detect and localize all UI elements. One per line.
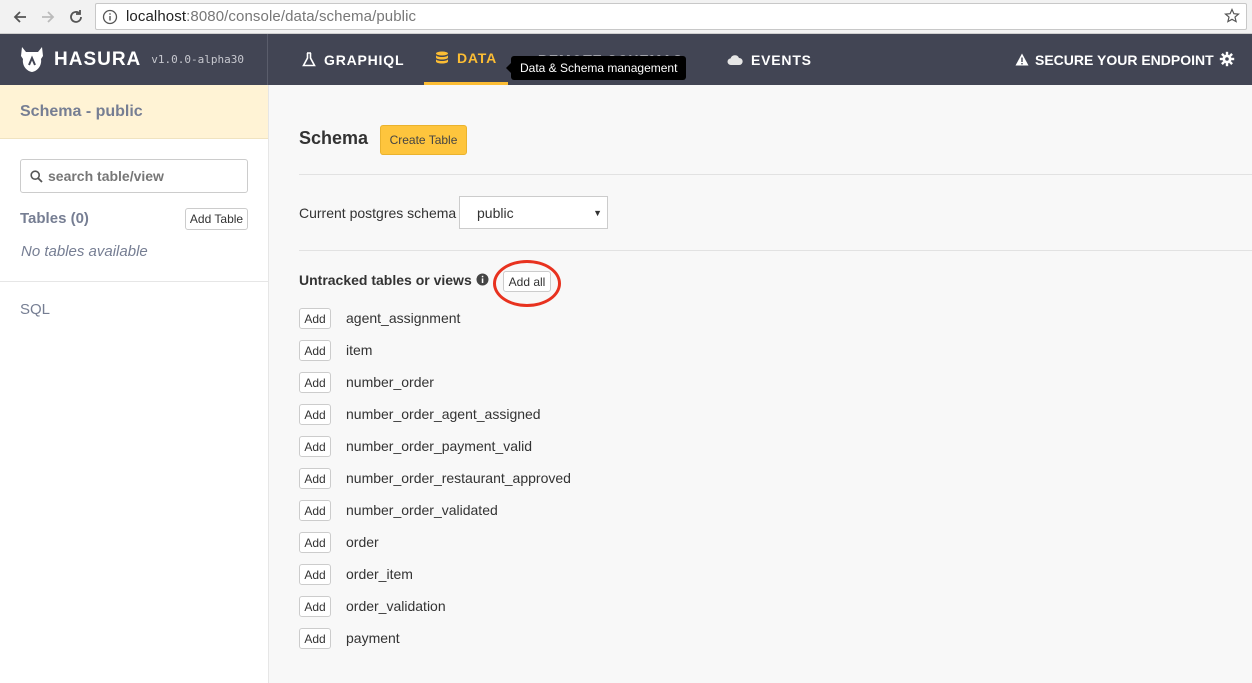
sidebar-schema-header[interactable]: Schema - public — [0, 85, 268, 139]
untracked-table-name: number_order — [346, 374, 434, 390]
reload-icon[interactable] — [64, 5, 88, 29]
url-path: :8080/console/data/schema/public — [186, 8, 417, 25]
database-icon — [436, 51, 448, 63]
untracked-table-name: order_item — [346, 566, 413, 582]
search-icon — [30, 169, 43, 183]
add-table-row-button[interactable]: Add — [299, 308, 331, 329]
untracked-table-name: number_order_validated — [346, 502, 498, 518]
add-table-row-button[interactable]: Add — [299, 468, 331, 489]
add-table-row-button[interactable]: Add — [299, 596, 331, 617]
create-table-button[interactable]: Create Table — [380, 125, 467, 155]
back-icon[interactable] — [8, 5, 32, 29]
warning-icon — [1015, 53, 1029, 66]
sql-link[interactable]: SQL — [20, 301, 50, 318]
version-label: v1.0.0-alpha30 — [151, 53, 244, 66]
hasura-logo-icon — [21, 46, 43, 72]
info-icon[interactable] — [476, 273, 489, 286]
postgres-schema-label: Current postgres schema — [299, 205, 457, 221]
sidebar-divider — [0, 281, 268, 282]
untracked-table-name: number_order_restaurant_approved — [346, 470, 571, 486]
untracked-table-name: item — [346, 342, 373, 358]
untracked-tables-heading: Untracked tables or views — [299, 272, 472, 288]
divider — [299, 174, 1252, 175]
untracked-table-name: order — [346, 534, 379, 550]
app-header: HASURA v1.0.0-alpha30 GRAPHIQL DATA REMO… — [0, 34, 1252, 85]
add-table-button[interactable]: Add Table — [185, 208, 248, 230]
add-table-row-button[interactable]: Add — [299, 340, 331, 361]
url-host: localhost — [126, 8, 187, 25]
tab-data-label: DATA — [457, 50, 498, 66]
add-table-row-button[interactable]: Add — [299, 564, 331, 585]
add-table-row-button[interactable]: Add — [299, 628, 331, 649]
untracked-table-name: agent_assignment — [346, 310, 461, 326]
add-table-row-button[interactable]: Add — [299, 532, 331, 553]
url-text: localhost:8080/console/data/schema/publi… — [126, 8, 416, 25]
untracked-table-name: payment — [346, 630, 400, 646]
sidebar-title: Schema - public — [20, 102, 143, 120]
site-info-icon[interactable] — [102, 9, 118, 25]
bookmark-star-icon[interactable] — [1224, 8, 1240, 24]
add-table-row-button[interactable]: Add — [299, 500, 331, 521]
divider — [299, 250, 1252, 251]
sidebar: Schema - public Tables (0) Add Table No … — [0, 85, 269, 683]
browser-toolbar: localhost:8080/console/data/schema/publi… — [0, 0, 1252, 34]
brand[interactable]: HASURA v1.0.0-alpha30 — [0, 34, 268, 85]
add-table-row-button[interactable]: Add — [299, 404, 331, 425]
tooltip-text: Data & Schema management — [520, 61, 678, 75]
add-all-button[interactable]: Add all — [503, 271, 551, 292]
tab-events-label: EVENTS — [751, 51, 812, 68]
brand-name: HASURA — [54, 48, 142, 70]
forward-icon[interactable] — [36, 5, 60, 29]
tab-graphiql[interactable]: GRAPHIQL — [302, 34, 404, 85]
tables-count-label: Tables (0) — [20, 210, 89, 227]
tab-data[interactable]: DATA — [424, 34, 509, 85]
dropdown-caret-icon: ▼ — [593, 208, 602, 218]
untracked-table-name: order_validation — [346, 598, 446, 614]
cloud-icon — [727, 54, 743, 65]
secure-endpoint-link[interactable]: SECURE YOUR ENDPOINT — [1015, 34, 1214, 85]
secure-endpoint-label: SECURE YOUR ENDPOINT — [1035, 51, 1214, 68]
settings-gear-icon[interactable] — [1219, 51, 1235, 67]
untracked-table-name: number_order_agent_assigned — [346, 406, 541, 422]
page-title: Schema — [299, 128, 369, 148]
no-tables-message: No tables available — [21, 243, 148, 260]
add-table-row-button[interactable]: Add — [299, 436, 331, 457]
tab-events[interactable]: EVENTS — [727, 34, 812, 85]
untracked-table-name: number_order_payment_valid — [346, 438, 532, 454]
table-search[interactable] — [20, 159, 248, 193]
search-input[interactable] — [48, 168, 238, 184]
postgres-schema-select[interactable]: public ▼ — [459, 196, 608, 229]
main-content: Schema Create Table Current postgres sch… — [269, 85, 1252, 683]
postgres-schema-value: public — [477, 204, 514, 221]
flask-icon — [302, 52, 316, 67]
add-table-row-button[interactable]: Add — [299, 372, 331, 393]
address-bar[interactable]: localhost:8080/console/data/schema/publi… — [95, 3, 1247, 30]
data-tab-tooltip: Data & Schema management — [505, 56, 687, 80]
tab-graphiql-label: GRAPHIQL — [324, 51, 405, 68]
